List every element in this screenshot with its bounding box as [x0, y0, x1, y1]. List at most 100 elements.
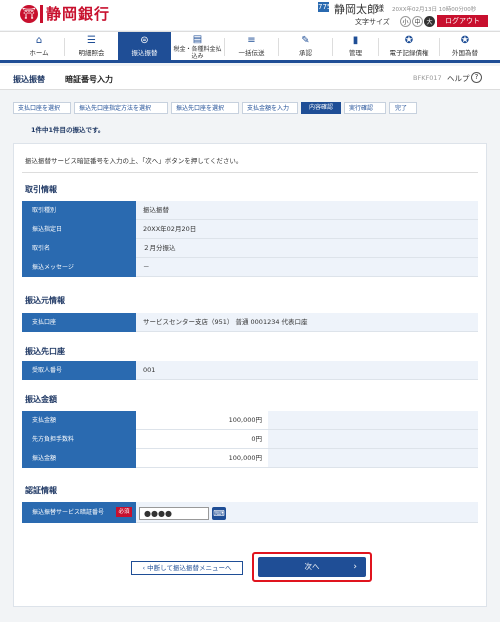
nav-item-manage[interactable]: ▮ 管理 — [333, 32, 378, 61]
nav-label: ホーム — [29, 49, 49, 57]
row-value: 20XX年02月20日 — [136, 220, 478, 239]
row-label: 取引種別 — [22, 201, 136, 220]
nav-item-batch[interactable]: ≡ 一括伝送 — [225, 32, 278, 61]
amount-table: 支払金額 100,000円 先方負担手数料 0円 振込金額 100,000円 — [22, 411, 478, 468]
next-button[interactable]: 次へ › — [258, 557, 366, 577]
table-row: 振込指定日 20XX年02月20日 — [22, 220, 478, 239]
transfer-count-notice: 1件中1件目の振込です。 — [31, 126, 105, 134]
divider — [22, 172, 478, 173]
page-title: 暗証番号入力 — [65, 75, 113, 84]
font-size-label: 文字サイズ — [355, 18, 390, 26]
nav-item-transfer[interactable]: ⊜ 振込振替 — [118, 32, 171, 61]
pin-input[interactable]: ●●●● — [139, 507, 209, 520]
forex-icon: ✪ — [460, 35, 470, 46]
row-blank — [268, 449, 478, 468]
user-badge: 775 — [318, 2, 332, 12]
global-nav: ⌂ ホーム ☰ 明細照会 ⊜ 振込振替 ▤ 税金・各種料金払込み ≡ 一括伝送 … — [0, 31, 500, 63]
row-label: 振込金額 — [22, 449, 136, 468]
screen-code: BFKF017 — [413, 74, 442, 82]
row-value: ２月分振込 — [136, 239, 478, 258]
font-size-medium-button[interactable]: 中 — [412, 16, 423, 27]
section-title-amount: 振込金額 — [25, 395, 57, 404]
nav-item-payment[interactable]: ▤ 税金・各種料金払込み — [171, 32, 224, 61]
row-value: － — [136, 258, 478, 277]
list-icon: ☰ — [87, 35, 96, 46]
auth-table: 振込振替サービス暗証番号 必須 — [22, 502, 478, 523]
claim-icon: ✪ — [404, 35, 414, 46]
bank-logo-icon: ⛩ — [20, 5, 38, 23]
logo-divider — [40, 5, 43, 23]
help-icon[interactable]: ? — [471, 72, 482, 83]
user-honorific: 様 — [376, 4, 384, 13]
back-to-menu-button[interactable]: ‹ 中断して振込振替メニューへ — [131, 561, 243, 575]
nav-label: 明細照会 — [78, 49, 105, 57]
nav-item-e-claim[interactable]: ✪ 電子記録債権 — [379, 32, 439, 61]
back-button-label: 中断して振込振替メニューへ — [147, 564, 232, 572]
table-row: 先方負担手数料 0円 — [22, 430, 478, 449]
nav-label: 承認 — [299, 49, 312, 57]
transfer-icon: ⊜ — [140, 35, 149, 46]
section-title-transaction: 取引情報 — [25, 185, 57, 194]
table-row: 支払口座 サービスセンター支店（951） 普通 0001234 代表口座 — [22, 313, 478, 332]
nav-item-home[interactable]: ⌂ ホーム — [14, 32, 64, 61]
row-label: 支払口座 — [22, 313, 136, 332]
next-button-label: 次へ — [304, 562, 320, 571]
table-row: 振込振替サービス暗証番号 必須 — [22, 502, 478, 523]
table-row: 受取人番号 001 — [22, 361, 478, 380]
row-blank — [268, 411, 478, 430]
section-title-destination: 振込先口座 — [25, 347, 65, 356]
nav-label: 電子記録債権 — [389, 49, 429, 57]
nav-item-approve[interactable]: ✎ 承認 — [279, 32, 332, 61]
instruction-text: 振込振替サービス暗証番号を入力の上、「次へ」ボタンを押してください。 — [25, 157, 243, 165]
nav-label: 振込振替 — [131, 49, 158, 57]
destination-table: 受取人番号 001 — [22, 361, 478, 380]
logout-button[interactable]: ログアウト — [437, 15, 488, 27]
table-row: 振込金額 100,000円 — [22, 449, 478, 468]
transaction-table: 取引種別 振込振替 振込指定日 20XX年02月20日 取引名 ２月分振込 振込… — [22, 201, 478, 277]
nav-label: 一括伝送 — [238, 49, 265, 57]
step-6: 実行確認 — [344, 102, 386, 114]
row-value: 0円 — [136, 430, 268, 449]
font-size-large-button[interactable]: 大 — [424, 16, 435, 27]
page-title-bar: 振込振替 暗証番号入力 BFKF017 ヘルプ ? — [0, 66, 500, 90]
nav-item-forex[interactable]: ✪ 外国為替 — [440, 32, 490, 61]
step-4: 支払金額を入力 — [242, 102, 298, 114]
row-label: 受取人番号 — [22, 361, 136, 380]
table-row: 取引種別 振込振替 — [22, 201, 478, 220]
step-5-current: 内容確認 — [301, 102, 341, 114]
section-title-source: 振込元情報 — [25, 296, 65, 305]
step-1: 支払口座を選択 — [13, 102, 71, 114]
required-badge: 必須 — [116, 507, 132, 517]
login-time: 20XX年02月13日 10時00分00秒 — [392, 7, 477, 13]
row-value: サービスセンター支店（951） 普通 0001234 代表口座 — [136, 313, 478, 332]
page-category: 振込振替 — [13, 75, 45, 84]
row-blank — [268, 430, 478, 449]
software-keyboard-icon[interactable]: ⌨ — [212, 507, 226, 520]
chevron-right-icon: › — [353, 562, 357, 572]
table-row: 振込メッセージ － — [22, 258, 478, 277]
table-row: 取引名 ２月分振込 — [22, 239, 478, 258]
step-2: 振込先口座指定方法を選択 — [74, 102, 168, 114]
step-3: 振込先口座を選択 — [171, 102, 239, 114]
header: ⛩ 静岡銀行 775 静岡太郎 様 20XX年02月13日 10時00分00秒 … — [0, 0, 500, 30]
nav-label: 税金・各種料金払込み — [173, 46, 222, 60]
row-label: 支払金額 — [22, 411, 136, 430]
nav-label: 管理 — [349, 49, 362, 57]
row-value: 振込振替 — [136, 201, 478, 220]
nav-label: 外国為替 — [452, 49, 478, 57]
manage-icon: ▮ — [352, 35, 359, 46]
row-value: 100,000円 — [136, 411, 268, 430]
row-value: 001 — [136, 361, 478, 380]
bank-name: 静岡銀行 — [46, 5, 111, 23]
row-label: 振込指定日 — [22, 220, 136, 239]
help-link[interactable]: ヘルプ — [447, 73, 470, 84]
step-7: 完了 — [389, 102, 417, 114]
row-label: 振込メッセージ — [22, 258, 136, 277]
row-label: 取引名 — [22, 239, 136, 258]
font-size-small-button[interactable]: 小 — [400, 16, 411, 27]
home-icon: ⌂ — [35, 35, 43, 46]
approve-icon: ✎ — [301, 35, 310, 46]
source-table: 支払口座 サービスセンター支店（951） 普通 0001234 代表口座 — [22, 313, 478, 332]
nav-item-statements[interactable]: ☰ 明細照会 — [65, 32, 118, 61]
batch-icon: ≡ — [247, 35, 256, 46]
